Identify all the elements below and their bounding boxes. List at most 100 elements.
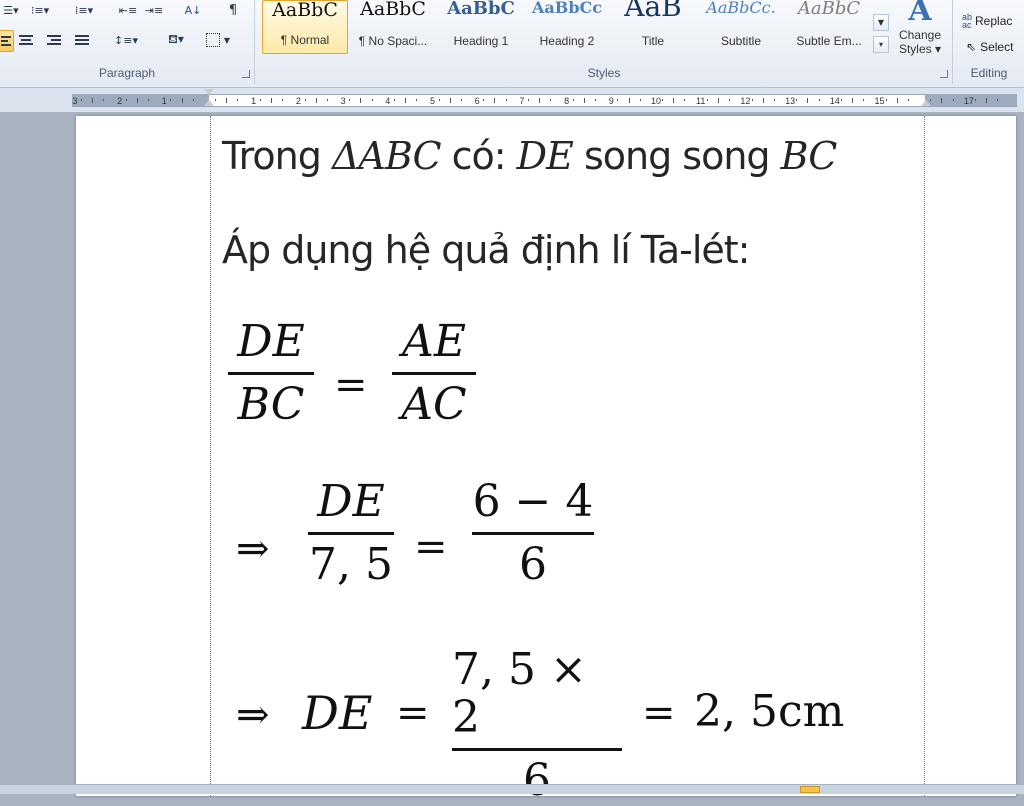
ruler-tick (729, 99, 731, 101)
increase-indent-button[interactable]: ⇥≡ (144, 0, 164, 20)
paragraph-group-label: Paragraph (98, 66, 156, 80)
align-right-button[interactable] (44, 30, 64, 50)
style-name: ¶ Normal (280, 33, 330, 47)
hanging-indent-marker[interactable] (204, 100, 214, 106)
fraction-denominator: BC (237, 379, 305, 430)
styles-dialog-launcher[interactable] (940, 70, 948, 78)
style-sample: AaBbC (797, 0, 861, 19)
ruler-tick (349, 99, 351, 101)
pilcrow-icon: ¶ (228, 2, 238, 18)
fraction-6-minus-4-over-6: 6 − 4 6 (472, 478, 594, 589)
ruler-tick (125, 99, 127, 101)
ruler-number: 9 (608, 96, 614, 106)
style-subtitle[interactable]: AaBbCc. Subtitle (698, 0, 784, 54)
horizontal-ruler[interactable]: 3 2 1 1 2 3 4 5 6 7 8 9 10 11 12 13 14 15 17 (0, 88, 1024, 112)
fraction-bar (308, 532, 394, 535)
right-indent-marker[interactable] (921, 100, 931, 106)
style-name: Title (641, 34, 665, 48)
fraction-bar (452, 748, 622, 751)
select-button[interactable]: ⇖ Select (966, 38, 1013, 56)
replace-button[interactable]: ab ac Replac (962, 12, 1012, 30)
style-name: Subtitle (720, 34, 762, 48)
show-formatting-button[interactable]: ¶ (224, 0, 242, 20)
ruler-tick (673, 98, 675, 103)
ruler-tick (81, 99, 82, 101)
ruler-tick (259, 99, 261, 101)
style-heading-2[interactable]: AaBbCc Heading 2 (524, 0, 610, 54)
sort-button[interactable]: A↓ (182, 0, 204, 20)
ruler-tick (717, 98, 719, 103)
ruler-tick (751, 99, 753, 101)
style-normal[interactable]: AaBbC ¶ Normal (262, 0, 348, 54)
styles-scroll-down[interactable]: ▼ (873, 14, 889, 31)
style-title[interactable]: AaB Title (610, 0, 696, 54)
paragraph-line-1: Trong ΔABC có: DE song song BC (222, 134, 837, 178)
ruler-tick (941, 98, 943, 103)
styles-more-button[interactable]: ▾ (873, 36, 889, 53)
increase-indent-icon: ⇥≡ (144, 3, 164, 17)
text-co: có: (440, 134, 517, 178)
style-subtle-emphasis[interactable]: AaBbC Subtle Em... (786, 0, 872, 54)
align-center-button[interactable] (16, 30, 36, 50)
first-line-indent-marker[interactable] (204, 89, 214, 95)
fraction-ae-ac: AE AC (392, 318, 476, 429)
ruler-tick (192, 99, 194, 101)
document-page[interactable]: Trong ΔABC có: DE song song BC Áp dụng h… (76, 116, 1016, 805)
ruler-tick (438, 99, 440, 101)
ruler-tick (952, 99, 954, 101)
numbering-button[interactable]: ⁝≡▾ (28, 0, 52, 20)
ruler-tick (762, 98, 764, 103)
ruler-tick (572, 99, 574, 101)
ruler-tick (181, 98, 183, 103)
fraction-numerator: 6 − 4 (472, 476, 594, 527)
ruler-number: 11 (696, 96, 706, 106)
paragraph-dialog-launcher[interactable] (242, 70, 250, 78)
fraction-numerator: DE (237, 316, 305, 367)
ruler-tick (796, 99, 798, 101)
align-left-button[interactable] (0, 30, 14, 52)
numbering-icon: ⁝≡▾ (30, 3, 50, 17)
ruler-number: 17 (963, 96, 974, 106)
replace-label: Replac (975, 14, 1013, 28)
ruler-tick (807, 98, 809, 103)
style-sample: AaBbC (447, 0, 515, 19)
ruler-tick (237, 99, 239, 101)
more-icon: ▾ (878, 40, 883, 49)
shading-button[interactable]: ⛾▾ (160, 30, 192, 50)
ruler-tick (304, 99, 306, 101)
change-styles-button[interactable]: A Change Styles ▾ (892, 0, 948, 62)
ruler-tick (103, 99, 105, 101)
paint-bucket-icon: ⛾▾ (168, 32, 184, 46)
ruler-tick (550, 99, 552, 101)
line-spacing-icon: ↕≡▾ (114, 33, 138, 47)
justify-button[interactable] (72, 30, 92, 50)
style-name: Heading 2 (539, 34, 595, 48)
bullets-button[interactable]: ☰▾ (0, 0, 22, 20)
fraction-75x2-over-6: 7, 5 × 2 6 (452, 646, 622, 805)
ruler-number: 3 (72, 96, 78, 106)
fraction-numerator: 7, 5 × 2 (452, 644, 587, 743)
ruler-number: 7 (519, 96, 525, 106)
ruler-number: 1 (161, 96, 167, 106)
text-boundary-left (210, 116, 211, 796)
ruler-number: 15 (874, 96, 885, 106)
implies-arrow: ⇒ (236, 526, 270, 572)
ruler-tick (628, 98, 630, 103)
math-result: 2, 5cm (694, 686, 845, 737)
ruler-tick (907, 99, 909, 101)
style-name: ¶ No Spaci... (358, 34, 428, 48)
multilevel-list-button[interactable]: ⁞≡▾ (70, 0, 98, 20)
decrease-indent-button[interactable]: ⇤≡ (118, 0, 138, 20)
style-sample: AaB (624, 0, 682, 23)
chevron-down-icon: ▼ (223, 35, 231, 45)
borders-button[interactable]: ▼ (200, 30, 236, 50)
implies-arrow: ⇒ (236, 692, 270, 738)
ruler-number: 6 (474, 96, 480, 106)
style-no-spacing[interactable]: AaBbC ¶ No Spaci... (350, 0, 436, 54)
ruler-tick (539, 98, 541, 103)
ruler-tick (449, 98, 451, 103)
text-boundary-right (924, 116, 925, 796)
ruler-tick (215, 99, 217, 101)
line-spacing-button[interactable]: ↕≡▾ (110, 30, 142, 50)
style-heading-1[interactable]: AaBbC Heading 1 (438, 0, 524, 54)
